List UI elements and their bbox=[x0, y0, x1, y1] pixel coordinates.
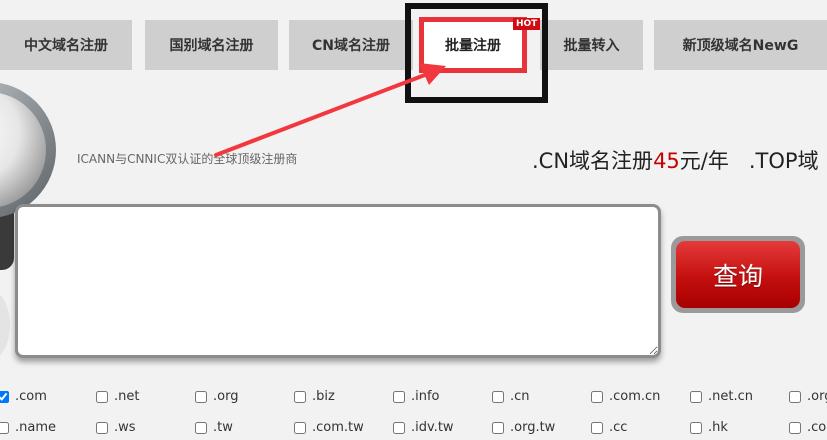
tab-label: CN域名注册 bbox=[312, 38, 390, 54]
tld-label: .co bbox=[807, 420, 827, 435]
domain-input[interactable] bbox=[18, 207, 658, 355]
tld-label: .cn bbox=[510, 389, 530, 404]
promo-banner: .CN域名注册45元/年 .TOP域 bbox=[532, 145, 819, 175]
magnifier-handle-icon bbox=[0, 180, 14, 270]
hot-badge: HOT bbox=[513, 18, 541, 30]
tld-option-ws[interactable]: .ws bbox=[96, 420, 136, 435]
tld-checkbox[interactable] bbox=[690, 390, 702, 403]
tld-checkbox[interactable] bbox=[195, 421, 207, 434]
tld-option-org-2[interactable]: .org bbox=[789, 389, 827, 404]
tab-label: 中文域名注册 bbox=[24, 38, 108, 54]
tab-chinese-domain[interactable]: 中文域名注册 bbox=[0, 20, 132, 70]
tld-option-org-tw[interactable]: .org.tw bbox=[492, 420, 555, 435]
promo-prefix: .CN域名注册 bbox=[532, 149, 654, 173]
tld-label: .net.cn bbox=[708, 389, 753, 404]
tld-checkbox[interactable] bbox=[789, 390, 801, 403]
tld-checkbox[interactable] bbox=[96, 421, 108, 434]
magnifier-rim-icon bbox=[0, 83, 56, 217]
tld-option-tw[interactable]: .tw bbox=[195, 420, 233, 435]
tab-bulk-transfer[interactable]: 批量转入 bbox=[540, 20, 643, 70]
tld-option-net[interactable]: .net bbox=[96, 389, 139, 404]
tld-label: .tw bbox=[213, 420, 233, 435]
tab-cn-domain[interactable]: CN域名注册 bbox=[289, 20, 413, 70]
tld-option-cn[interactable]: .cn bbox=[492, 389, 530, 404]
promo-suffix: 元/年 bbox=[679, 149, 729, 173]
tld-checkbox[interactable] bbox=[492, 390, 504, 403]
search-button-frame: 查询 bbox=[671, 236, 805, 313]
tld-checkbox[interactable] bbox=[294, 421, 306, 434]
tld-option-idv-tw[interactable]: .idv.tw bbox=[393, 420, 454, 435]
tld-checkbox[interactable] bbox=[591, 421, 603, 434]
tld-option-com-tw[interactable]: .com.tw bbox=[294, 420, 364, 435]
tld-checkbox[interactable] bbox=[492, 421, 504, 434]
tld-checkbox[interactable] bbox=[0, 421, 9, 434]
tld-label: .org bbox=[807, 389, 827, 404]
tld-checkbox[interactable] bbox=[195, 390, 207, 403]
tld-checkbox[interactable] bbox=[294, 390, 306, 403]
tld-label: .cc bbox=[609, 420, 628, 435]
domain-input-box bbox=[15, 204, 661, 358]
tld-label: .ws bbox=[114, 420, 136, 435]
tld-checkbox[interactable] bbox=[96, 390, 108, 403]
tld-label: .org bbox=[213, 389, 239, 404]
tld-label: .com.cn bbox=[609, 389, 661, 404]
promo-next: .TOP域 bbox=[748, 149, 819, 173]
tld-label: .info bbox=[411, 389, 440, 404]
tld-option-info[interactable]: .info bbox=[393, 389, 440, 404]
tld-checkbox[interactable] bbox=[393, 390, 405, 403]
tld-label: .idv.tw bbox=[411, 420, 454, 435]
promo-price: 45 bbox=[653, 149, 680, 173]
tld-option-biz[interactable]: .biz bbox=[294, 389, 335, 404]
tld-checkbox[interactable] bbox=[690, 421, 702, 434]
tld-label: .com.tw bbox=[312, 420, 364, 435]
tab-new-gtld[interactable]: 新顶级域名NewG bbox=[654, 20, 827, 70]
tab-bulk-register[interactable]: 批量注册 bbox=[419, 17, 527, 73]
magnifier-lens-icon bbox=[0, 93, 46, 207]
tld-checkbox[interactable] bbox=[393, 421, 405, 434]
tld-checkbox[interactable] bbox=[591, 390, 603, 403]
search-button[interactable]: 查询 bbox=[676, 241, 800, 308]
tld-option-net-cn[interactable]: .net.cn bbox=[690, 389, 753, 404]
tld-checkbox[interactable] bbox=[0, 390, 9, 403]
tld-label: .com bbox=[15, 389, 47, 404]
tld-checkbox[interactable] bbox=[789, 421, 801, 434]
tab-label: 新顶级域名NewG bbox=[682, 38, 799, 54]
registrar-subtitle: ICANN与CNNIC双认证的全球顶级注册商 bbox=[77, 152, 298, 166]
domain-tabs: 中文域名注册 国别域名注册 CN域名注册 批量注册 HOT 批量转入 新顶级域名… bbox=[0, 0, 827, 90]
tld-option-com-cn[interactable]: .com.cn bbox=[591, 389, 660, 404]
tld-label: .name bbox=[15, 420, 56, 435]
tld-label: .org.tw bbox=[510, 420, 556, 435]
tld-option-name[interactable]: .name bbox=[0, 420, 56, 435]
magnifier-base-icon bbox=[0, 294, 10, 356]
tab-label: 批量转入 bbox=[563, 38, 620, 54]
tld-option-cc[interactable]: .cc bbox=[591, 420, 627, 435]
tld-label: .net bbox=[114, 389, 140, 404]
tld-label: .hk bbox=[708, 420, 728, 435]
tld-option-co[interactable]: .co bbox=[789, 420, 826, 435]
tld-option-org[interactable]: .org bbox=[195, 389, 238, 404]
tld-option-hk[interactable]: .hk bbox=[690, 420, 728, 435]
tab-country-domain[interactable]: 国别域名注册 bbox=[145, 20, 278, 70]
tab-label: 批量注册 bbox=[445, 38, 501, 54]
tld-option-com[interactable]: .com bbox=[0, 389, 47, 404]
tab-label: 国别域名注册 bbox=[169, 38, 254, 54]
tld-label: .biz bbox=[312, 389, 335, 404]
